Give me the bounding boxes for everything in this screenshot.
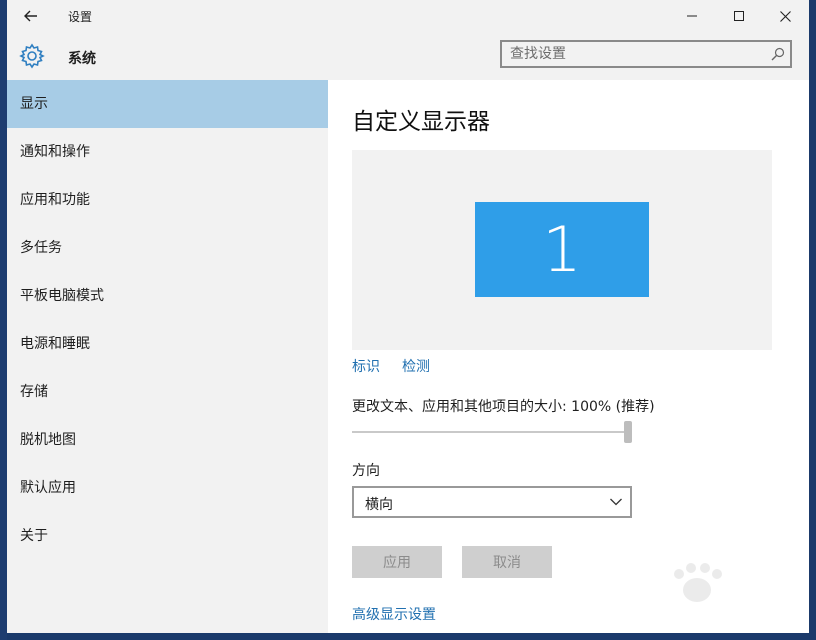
desktop-edge-left	[0, 0, 7, 640]
gear-icon	[19, 43, 45, 69]
sidebar-item-label: 存储	[20, 384, 48, 400]
identify-link[interactable]: 标识	[352, 356, 380, 376]
sidebar-item-label: 平板电脑模式	[20, 288, 104, 304]
sidebar-item-offline-maps[interactable]: 脱机地图	[7, 416, 328, 464]
window-title: 设置	[68, 10, 93, 24]
sidebar-item-power-sleep[interactable]: 电源和睡眠	[7, 320, 328, 368]
search-icon[interactable]	[771, 47, 785, 61]
chevron-down-icon	[610, 498, 622, 506]
sidebar-item-label: 多任务	[20, 240, 62, 256]
sidebar-item-label: 电源和睡眠	[20, 336, 90, 352]
main-content: 自定义显示器 1 标识 检测 更改文本、应用和其他项目的大小: 100% (推荐…	[328, 80, 809, 633]
sidebar-item-label: 应用和功能	[20, 192, 90, 208]
settings-header: 系统	[7, 32, 809, 80]
scale-label: 更改文本、应用和其他项目的大小: 100% (推荐)	[352, 399, 655, 415]
sidebar: 显示 通知和操作 应用和功能 多任务 平板电脑模式 电源和睡眠 存储 脱机地图 …	[7, 80, 328, 633]
minimize-button[interactable]	[669, 0, 715, 32]
orientation-label: 方向	[352, 463, 380, 479]
sidebar-item-storage[interactable]: 存储	[7, 368, 328, 416]
sidebar-item-apps[interactable]: 应用和功能	[7, 176, 328, 224]
sidebar-item-tablet-mode[interactable]: 平板电脑模式	[7, 272, 328, 320]
scale-slider-thumb[interactable]	[624, 421, 632, 443]
advanced-display-settings-link[interactable]: 高级显示设置	[352, 604, 436, 624]
sidebar-item-multitasking[interactable]: 多任务	[7, 224, 328, 272]
orientation-value: 横向	[365, 497, 393, 513]
close-button[interactable]	[762, 0, 808, 32]
scale-slider-track[interactable]	[352, 431, 628, 433]
watermark-logo	[674, 563, 722, 602]
title-bar: 设置	[7, 0, 809, 32]
sidebar-item-label: 关于	[20, 528, 48, 544]
search-input[interactable]	[510, 42, 760, 66]
display-preview: 1	[352, 150, 772, 350]
search-box[interactable]	[500, 40, 792, 68]
monitor-number: 1	[542, 213, 582, 286]
page-title: 自定义显示器	[352, 109, 490, 135]
maximize-button[interactable]	[716, 0, 762, 32]
maximize-icon	[734, 11, 744, 21]
apply-button[interactable]: 应用	[352, 546, 442, 578]
sidebar-item-label: 脱机地图	[20, 432, 76, 448]
sidebar-item-default-apps[interactable]: 默认应用	[7, 464, 328, 512]
monitor-tile[interactable]: 1	[475, 202, 649, 297]
sidebar-item-notifications[interactable]: 通知和操作	[7, 128, 328, 176]
sidebar-item-label: 通知和操作	[20, 144, 90, 160]
detect-link[interactable]: 检测	[402, 356, 430, 376]
minimize-icon	[687, 15, 697, 17]
arrow-left-icon	[24, 10, 37, 22]
section-title: 系统	[68, 51, 96, 67]
settings-window: 设置 系统 查找设置 显示 通知和操作 应用和功能 多任务 平板电脑模式 电源和…	[7, 0, 809, 633]
sidebar-item-label: 默认应用	[20, 480, 76, 496]
sidebar-item-label: 显示	[20, 96, 48, 112]
sidebar-item-display[interactable]: 显示	[7, 80, 328, 128]
sidebar-item-about[interactable]: 关于	[7, 512, 328, 560]
orientation-select[interactable]: 横向	[352, 486, 632, 518]
cancel-button[interactable]: 取消	[462, 546, 552, 578]
close-icon	[779, 10, 791, 22]
back-button[interactable]	[15, 0, 47, 32]
